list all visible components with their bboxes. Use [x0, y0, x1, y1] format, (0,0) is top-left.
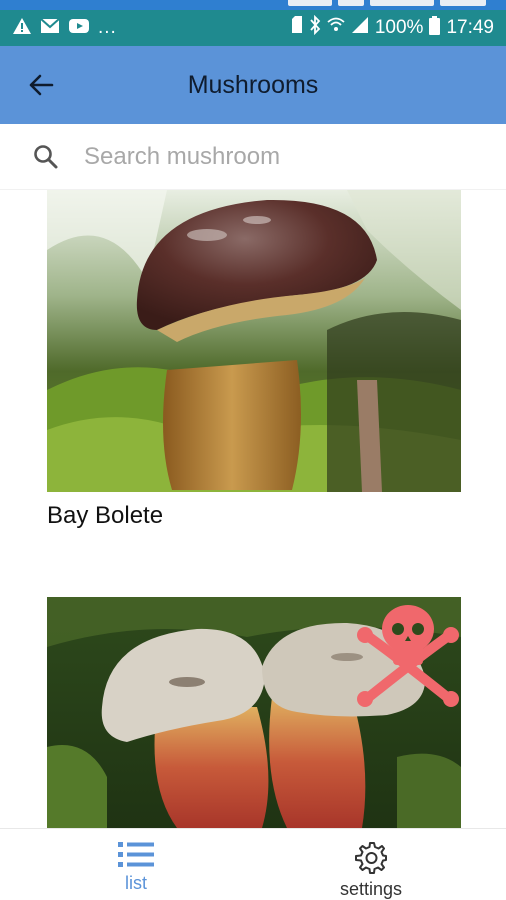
status-bar: ... 100% 17:49	[0, 10, 506, 46]
clock: 17:49	[446, 17, 494, 38]
nav-settings[interactable]: settings	[326, 829, 416, 900]
battery-percent: 100%	[374, 17, 424, 38]
mushroom-photo	[47, 597, 461, 828]
back-button[interactable]	[0, 46, 82, 124]
mushroom-card[interactable]: Bay Bolete	[47, 190, 461, 534]
top-strip	[0, 0, 506, 10]
bluetooth-icon	[309, 14, 321, 41]
more-notifications: ...	[98, 17, 117, 38]
nav-list-label: list	[125, 873, 147, 893]
search-input[interactable]	[84, 142, 464, 171]
mushroom-list: Bay Bolete	[0, 190, 506, 828]
nav-list[interactable]: list	[96, 829, 176, 900]
warning-icon	[12, 17, 32, 40]
search-icon	[34, 144, 58, 168]
nav-settings-label: settings	[339, 879, 403, 899]
arrow-left-icon	[29, 74, 54, 96]
mail-icon	[40, 17, 60, 39]
sim-icon	[291, 16, 303, 40]
signal-icon	[351, 16, 369, 40]
app-bar: Mushrooms	[0, 46, 506, 124]
gear-icon	[355, 842, 387, 874]
mushroom-name: Bay Bolete	[47, 502, 164, 529]
battery-icon	[429, 15, 441, 41]
youtube-icon	[68, 18, 90, 39]
mushroom-card[interactable]	[47, 597, 461, 828]
list-icon	[118, 842, 154, 867]
search-bar	[0, 124, 506, 190]
mushroom-photo	[47, 190, 461, 492]
bottom-nav: list settings	[0, 828, 506, 900]
wifi-icon	[327, 16, 345, 40]
